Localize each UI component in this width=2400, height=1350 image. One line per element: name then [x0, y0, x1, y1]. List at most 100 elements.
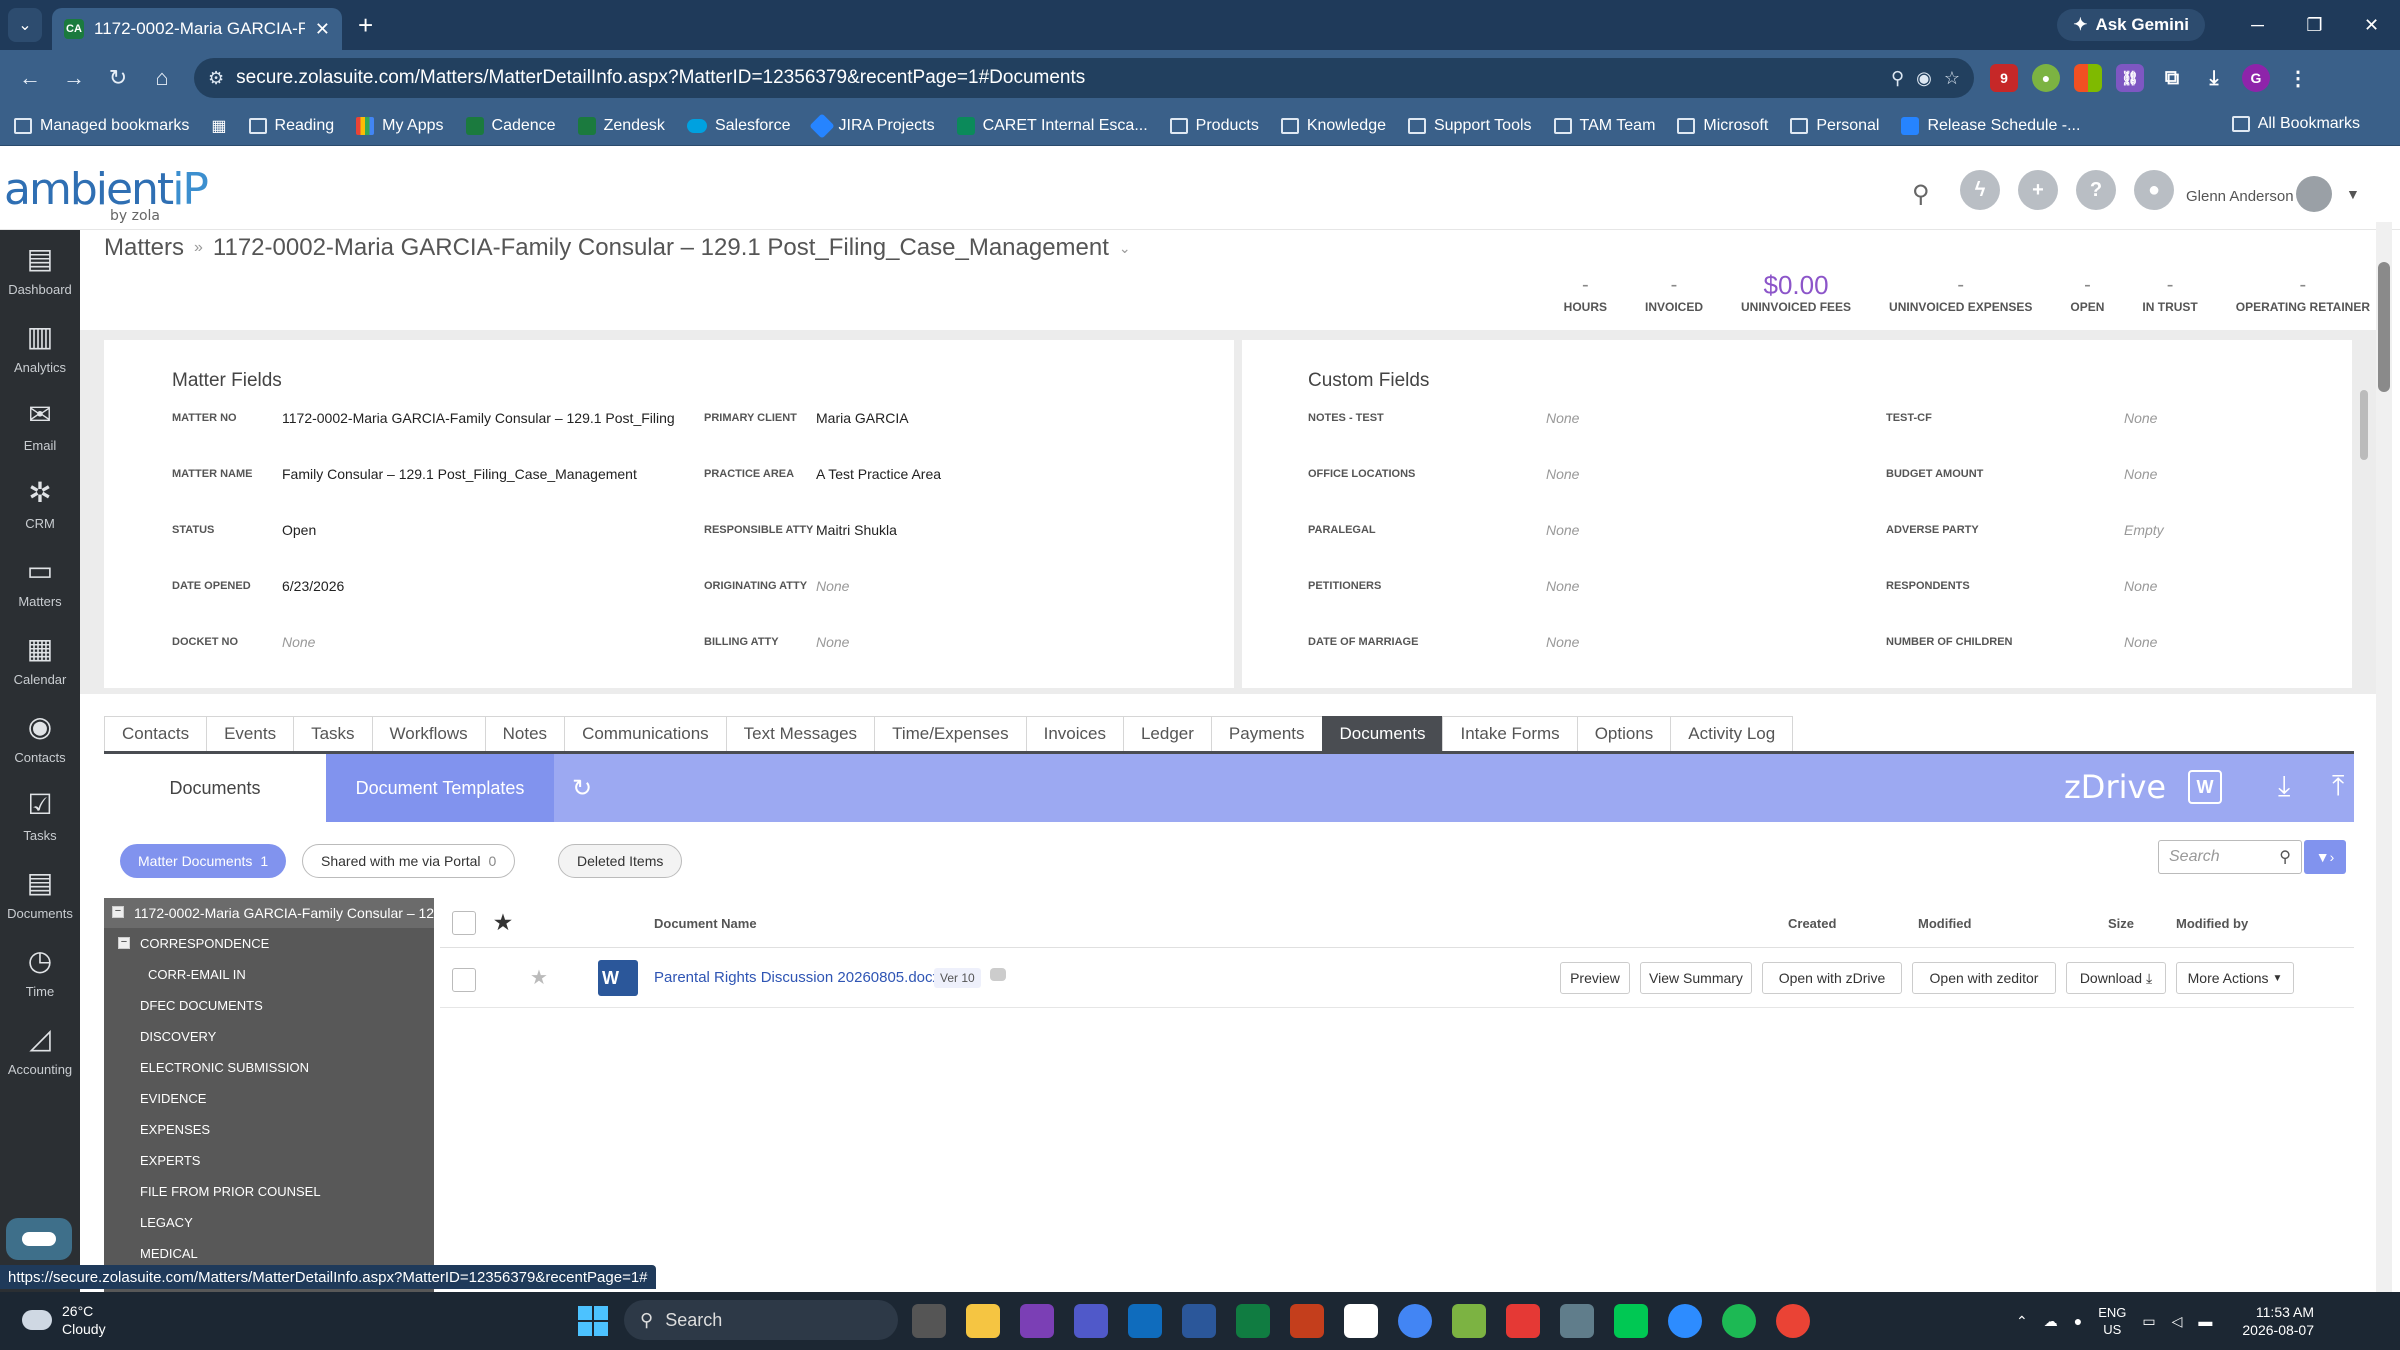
- documents-subtab[interactable]: Documents: [104, 754, 326, 822]
- field-value[interactable]: None: [2124, 410, 2324, 426]
- favorite-star-icon[interactable]: ★: [530, 965, 548, 990]
- url-omnibox[interactable]: ⚙ secure.zolasuite.com/Matters/MatterDet…: [194, 58, 1974, 98]
- file-explorer-icon[interactable]: [966, 1304, 1000, 1338]
- pdf-icon[interactable]: [1506, 1304, 1540, 1338]
- document-search-input[interactable]: Search ⚲: [2158, 840, 2302, 874]
- field-value[interactable]: Family Consular – 129.1 Post_Filing_Case…: [282, 466, 674, 482]
- reload-icon[interactable]: ↻: [98, 58, 138, 98]
- download-icon[interactable]: ⤓: [2278, 770, 2290, 803]
- field-value[interactable]: 6/23/2026: [282, 578, 674, 594]
- ask-gemini-button[interactable]: ✦ Ask Gemini: [2057, 9, 2205, 41]
- word-document-icon[interactable]: W: [2188, 770, 2222, 804]
- taskbar-search[interactable]: ⚲ Search: [624, 1300, 898, 1340]
- excel-icon[interactable]: [1236, 1304, 1270, 1338]
- battery-icon[interactable]: ▬: [2198, 1313, 2212, 1329]
- upload-icon[interactable]: ⤒: [2332, 770, 2344, 803]
- user-name[interactable]: Glenn Anderson: [2186, 188, 2294, 205]
- matter-switch-caret-icon[interactable]: ⌄: [1119, 240, 1131, 257]
- folder-item[interactable]: EXPENSES: [104, 1114, 434, 1145]
- bookmark-release-schedule[interactable]: Release Schedule -...: [1901, 116, 2080, 135]
- zoom-icon[interactable]: ⚲: [1891, 68, 1904, 89]
- open-with-zeditor-button[interactable]: Open with zeditor: [1912, 962, 2056, 994]
- minimize-icon[interactable]: ─: [2229, 0, 2286, 50]
- field-value[interactable]: None: [2124, 634, 2324, 650]
- bookmark-zendesk[interactable]: Zendesk: [577, 116, 665, 135]
- sidebar-toggle[interactable]: [6, 1218, 72, 1260]
- apps-grid-button[interactable]: ▦: [211, 116, 226, 136]
- document-name-link[interactable]: Parental Rights Discussion 20260805.docx: [654, 969, 940, 986]
- all-bookmarks-button[interactable]: All Bookmarks: [2231, 115, 2360, 133]
- bookmark-caret[interactable]: CARET Internal Esca...: [956, 116, 1148, 135]
- folder-item[interactable]: DFEC DOCUMENTS: [104, 990, 434, 1021]
- folder-item[interactable]: − CORRESPONDENCE: [104, 928, 434, 959]
- folder-item[interactable]: LEGACY: [104, 1207, 434, 1238]
- bookmark-my-apps[interactable]: My Apps: [356, 116, 444, 135]
- folder-item[interactable]: EXPERTS: [104, 1145, 434, 1176]
- weather-widget[interactable]: 26°C Cloudy: [22, 1302, 106, 1338]
- windows-start-icon[interactable]: [578, 1306, 608, 1336]
- field-value[interactable]: None: [282, 634, 674, 650]
- field-value[interactable]: None: [816, 578, 1216, 594]
- breadcrumb-matters-link[interactable]: Matters: [104, 234, 184, 262]
- language-indicator[interactable]: ENG US: [2098, 1304, 2126, 1338]
- folder-item[interactable]: CORR-EMAIL IN: [104, 959, 434, 990]
- tab-events[interactable]: Events: [206, 716, 294, 752]
- field-value[interactable]: Maria GARCIA: [816, 410, 1216, 426]
- tab-text-messages[interactable]: Text Messages: [725, 716, 875, 752]
- extension-icon-2[interactable]: ●: [2032, 64, 2060, 92]
- tab-documents[interactable]: Documents: [1321, 716, 1443, 752]
- bookmark-products[interactable]: Products: [1169, 117, 1259, 135]
- bookmark-personal[interactable]: Personal: [1790, 117, 1879, 135]
- sidebar-item-crm[interactable]: ✲ CRM: [0, 464, 80, 542]
- advanced-filter-button[interactable]: ▼›: [2304, 840, 2346, 874]
- bookmark-knowledge[interactable]: Knowledge: [1280, 117, 1386, 135]
- downloads-icon[interactable]: ⤓: [2200, 64, 2228, 92]
- collapse-icon[interactable]: −: [112, 906, 124, 918]
- tab-tasks[interactable]: Tasks: [293, 716, 372, 752]
- zdrive-logo[interactable]: zDrive: [2064, 768, 2166, 806]
- sidebar-item-analytics[interactable]: ▥ Analytics: [0, 308, 80, 386]
- url-text[interactable]: secure.zolasuite.com/Matters/MatterDetai…: [236, 67, 1879, 89]
- forward-icon[interactable]: →: [54, 58, 94, 98]
- microphone-icon[interactable]: ●: [2074, 1313, 2082, 1329]
- calculator-icon[interactable]: [1560, 1304, 1594, 1338]
- bookmark-jira[interactable]: JIRA Projects: [808, 112, 935, 139]
- user-menu-caret-icon[interactable]: ▼: [2346, 186, 2360, 202]
- chrome-profile-icon[interactable]: [1776, 1304, 1810, 1338]
- page-scrollbar[interactable]: [2376, 222, 2392, 1292]
- extension-icon-1[interactable]: 9: [1990, 64, 2018, 92]
- network-icon[interactable]: ▭: [2142, 1313, 2155, 1330]
- tray-overflow-icon[interactable]: ⌃: [2016, 1313, 2028, 1330]
- tab-payments[interactable]: Payments: [1210, 716, 1322, 752]
- col-modified-by[interactable]: Modified by: [2176, 916, 2248, 931]
- tab-invoices[interactable]: Invoices: [1025, 716, 1123, 752]
- folder-item[interactable]: EVIDENCE: [104, 1083, 434, 1114]
- field-value[interactable]: None: [1546, 410, 1806, 426]
- tab-notes[interactable]: Notes: [484, 716, 565, 752]
- sidebar-item-calendar[interactable]: ▦ Calendar: [0, 620, 80, 698]
- taskbar-clock[interactable]: 11:53 AM 2026-08-07: [2242, 1303, 2314, 1339]
- close-tab-icon[interactable]: ✕: [315, 19, 330, 40]
- spotify-icon[interactable]: [1722, 1304, 1756, 1338]
- sidebar-item-email[interactable]: ✉ Email: [0, 386, 80, 464]
- tab-intake-forms[interactable]: Intake Forms: [1442, 716, 1577, 752]
- field-value[interactable]: None: [816, 634, 1216, 650]
- profile-avatar-icon[interactable]: G: [2242, 64, 2270, 92]
- field-value[interactable]: A Test Practice Area: [816, 466, 1216, 482]
- field-value[interactable]: None: [2124, 466, 2324, 482]
- more-actions-dropdown[interactable]: More Actions ▼: [2176, 962, 2294, 994]
- restore-icon[interactable]: ❐: [2286, 0, 2343, 50]
- sidebar-item-matters[interactable]: ▭ Matters: [0, 542, 80, 620]
- sidebar-item-tasks[interactable]: ☑ Tasks: [0, 776, 80, 854]
- user-avatar[interactable]: [2296, 176, 2332, 212]
- sidebar-item-time[interactable]: ◷ Time: [0, 932, 80, 1010]
- field-value[interactable]: Maitri Shukla: [816, 522, 1216, 538]
- microsoft-extension-icon[interactable]: [2074, 64, 2102, 92]
- folder-item[interactable]: DISCOVERY: [104, 1021, 434, 1052]
- favorite-column-star-icon[interactable]: ★: [494, 910, 512, 935]
- sheets-icon[interactable]: [1452, 1304, 1486, 1338]
- teams-icon[interactable]: [1074, 1304, 1108, 1338]
- collapse-icon[interactable]: −: [118, 937, 130, 949]
- tree-root-folder[interactable]: − 1172-0002-Maria GARCIA-Family Consular…: [104, 898, 434, 928]
- document-templates-subtab[interactable]: Document Templates: [326, 754, 554, 822]
